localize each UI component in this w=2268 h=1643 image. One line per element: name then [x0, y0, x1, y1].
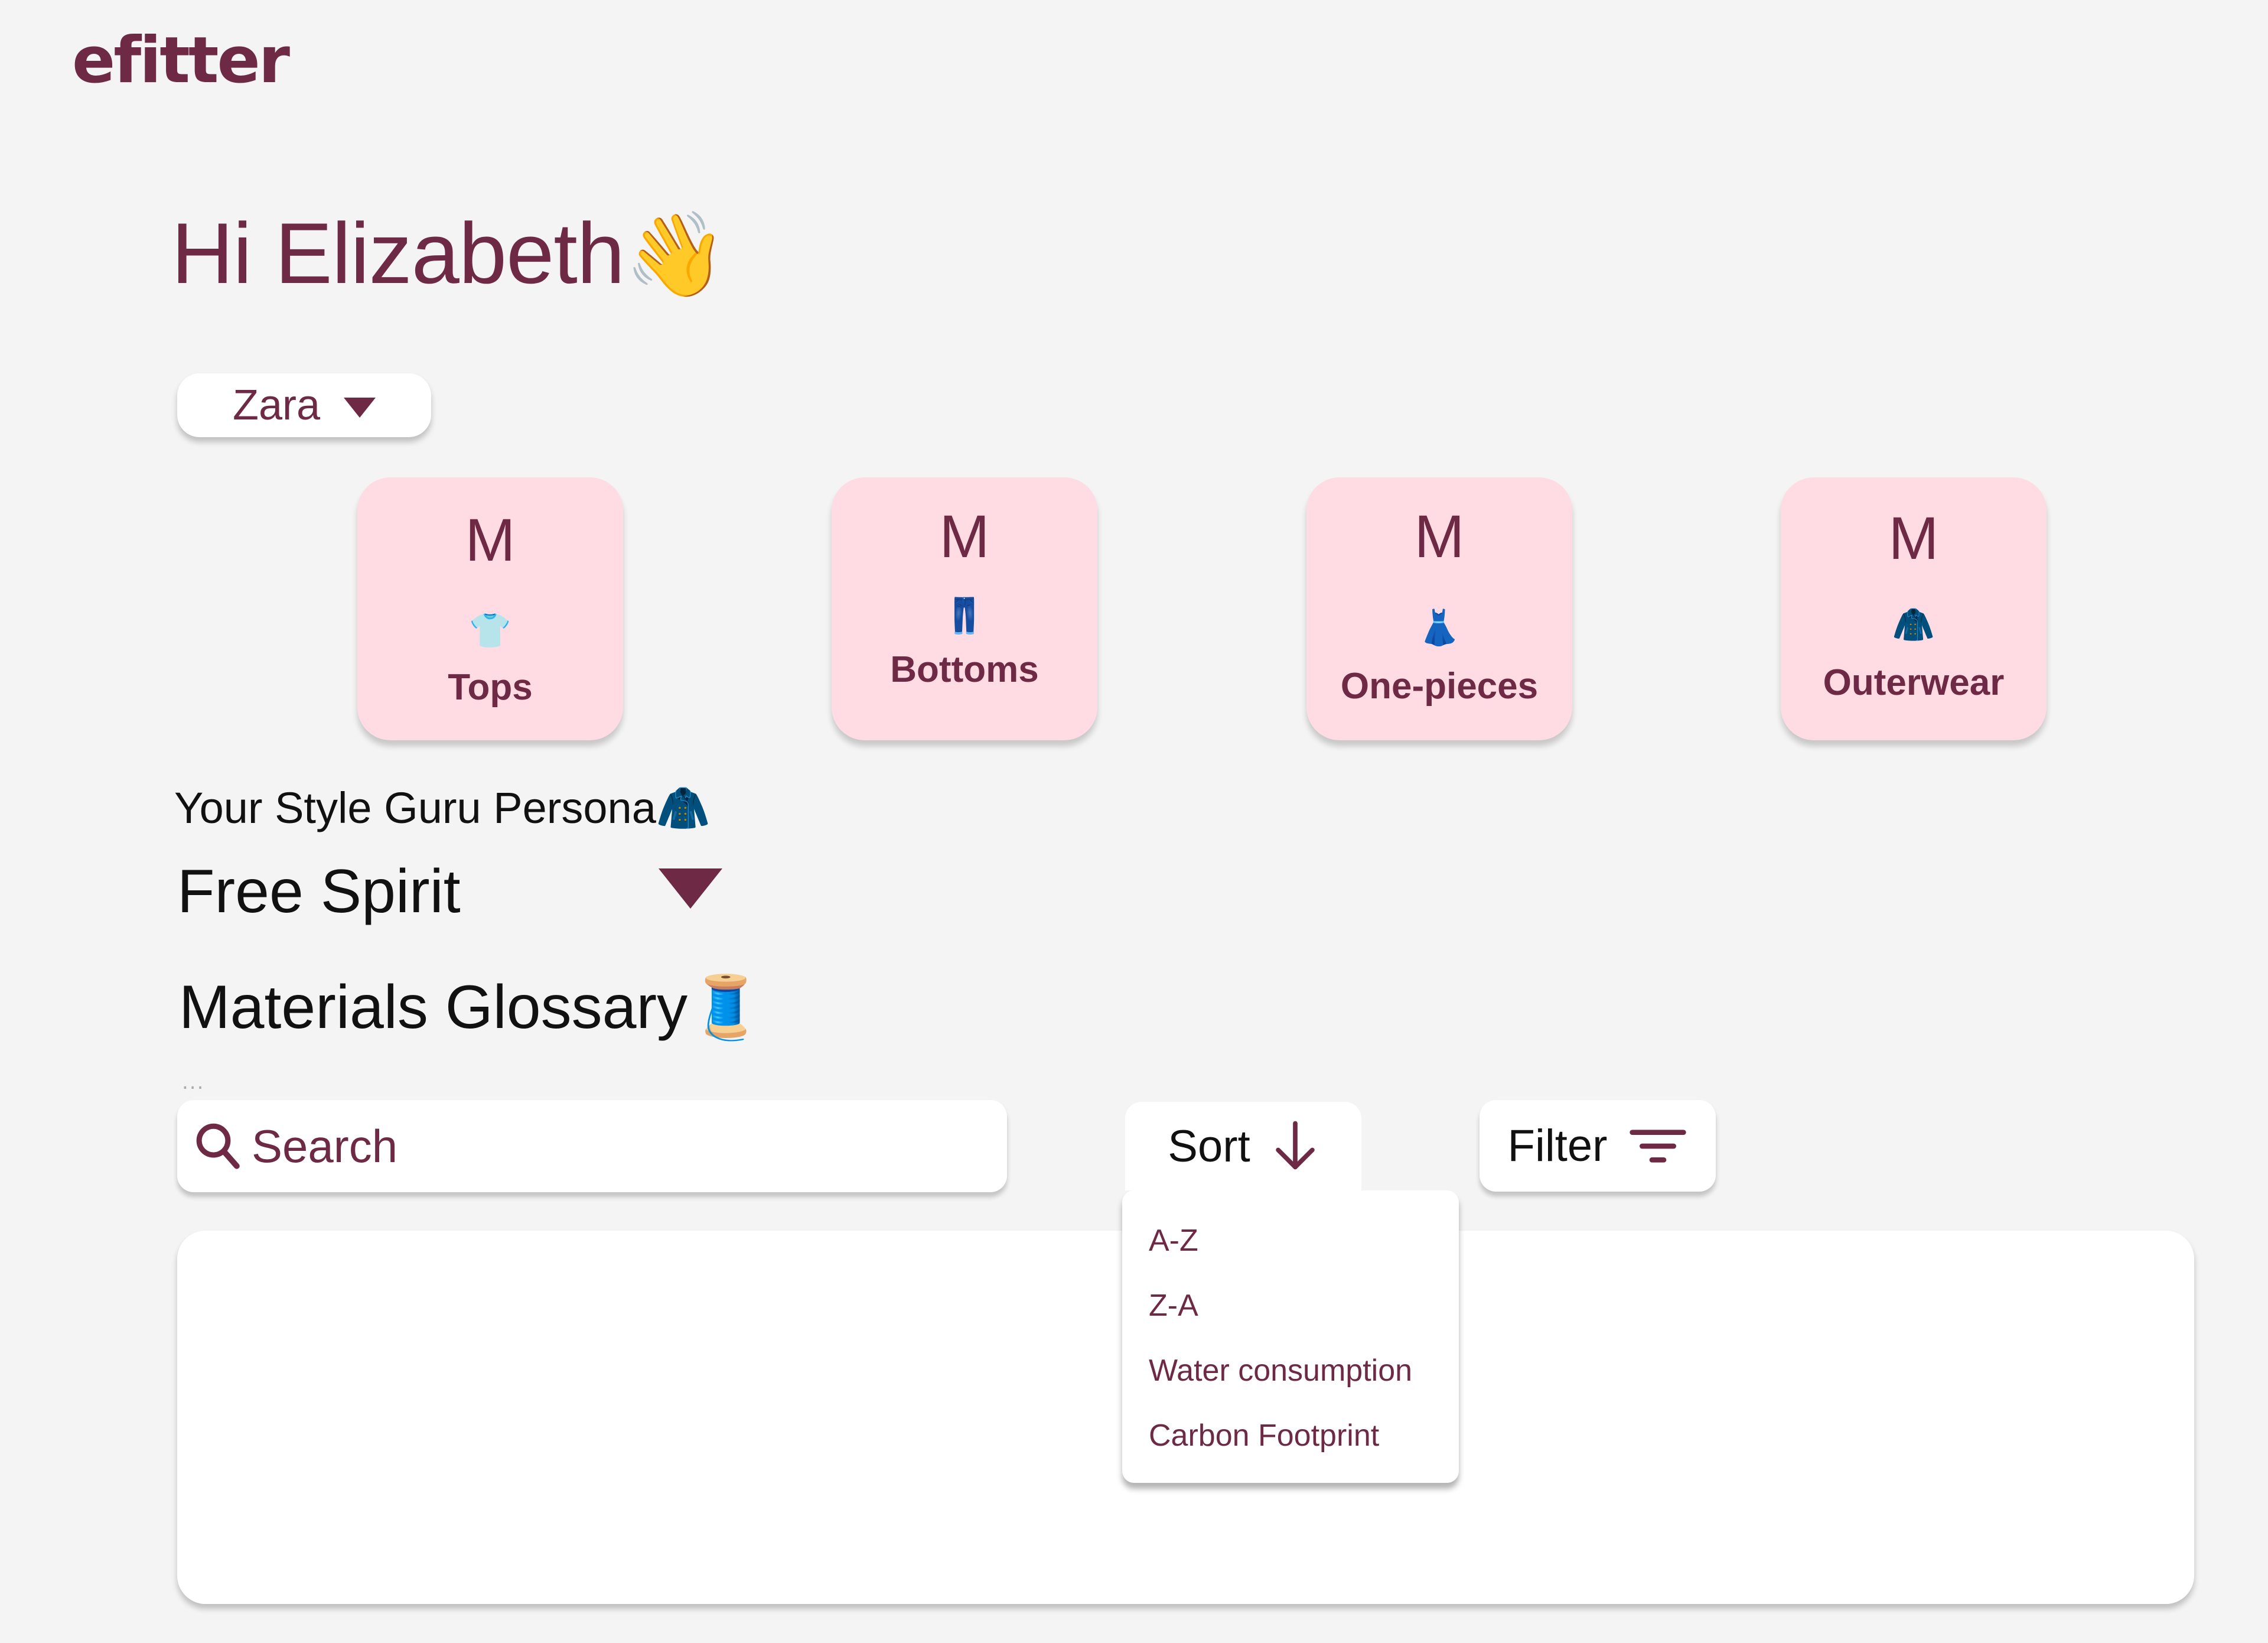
- persona-label: Your Style Guru Persona🧥: [174, 783, 711, 834]
- sort-option-z-a[interactable]: Z-A: [1149, 1288, 1198, 1323]
- size-value: M: [1888, 505, 1939, 572]
- size-value: M: [1414, 503, 1465, 570]
- filter-button-label: Filter: [1507, 1121, 1608, 1171]
- app-logo: efitter: [72, 24, 290, 97]
- more-indicator: ...: [182, 1071, 205, 1094]
- sort-option-water-consumption[interactable]: Water consumption: [1149, 1353, 1412, 1388]
- card-label: Outerwear: [1823, 662, 2005, 703]
- persona-dropdown-value[interactable]: Free Spirit: [177, 857, 461, 927]
- card-label: Tops: [448, 667, 533, 708]
- size-card-one-pieces[interactable]: M 👗 One-pieces: [1306, 477, 1572, 740]
- size-card-tops[interactable]: M 👕 Tops: [357, 477, 623, 740]
- arrow-down-icon: [1275, 1121, 1315, 1170]
- coat-icon: 🧥: [1892, 604, 1935, 645]
- waving-hand-icon: 👋: [624, 208, 727, 301]
- brand-dropdown-value: Zara: [232, 382, 321, 429]
- glossary-title: Materials Glossary🧵: [179, 972, 764, 1043]
- brand-dropdown[interactable]: Zara: [177, 373, 431, 437]
- card-label: One-pieces: [1340, 666, 1539, 707]
- sort-options-menu: A-Z Z-A Water consumption Carbon Footpri…: [1122, 1190, 1459, 1483]
- shirt-icon: 👕: [468, 610, 512, 650]
- sort-option-a-z[interactable]: A-Z: [1149, 1223, 1198, 1258]
- thread-spool-icon: 🧵: [687, 973, 764, 1042]
- sort-button[interactable]: Sort: [1125, 1102, 1361, 1190]
- sort-option-carbon-footprint[interactable]: Carbon Footprint: [1149, 1418, 1379, 1453]
- glossary-title-text: Materials Glossary: [179, 973, 688, 1042]
- caret-down-icon[interactable]: [659, 868, 722, 909]
- size-card-outerwear[interactable]: M 🧥 Outerwear: [1781, 477, 2047, 740]
- greeting-heading: Hi Elizabeth👋: [171, 204, 727, 304]
- greeting-text: Hi Elizabeth: [171, 205, 625, 301]
- filter-lines-icon: [1630, 1129, 1687, 1163]
- caret-down-icon: [344, 398, 376, 418]
- coat-icon: 🧥: [656, 783, 711, 832]
- size-card-bottoms[interactable]: M 👖 Bottoms: [832, 477, 1097, 740]
- search-field[interactable]: [177, 1100, 1007, 1192]
- dress-icon: 👗: [1418, 607, 1461, 648]
- jeans-icon: 👖: [943, 596, 986, 636]
- size-value: M: [939, 503, 990, 570]
- sort-button-label: Sort: [1168, 1121, 1250, 1172]
- card-label: Bottoms: [890, 649, 1039, 690]
- search-icon: [196, 1123, 240, 1169]
- search-input[interactable]: [250, 1118, 962, 1174]
- persona-label-text: Your Style Guru Persona: [174, 783, 656, 832]
- size-value: M: [465, 506, 516, 574]
- filter-button[interactable]: Filter: [1480, 1100, 1716, 1192]
